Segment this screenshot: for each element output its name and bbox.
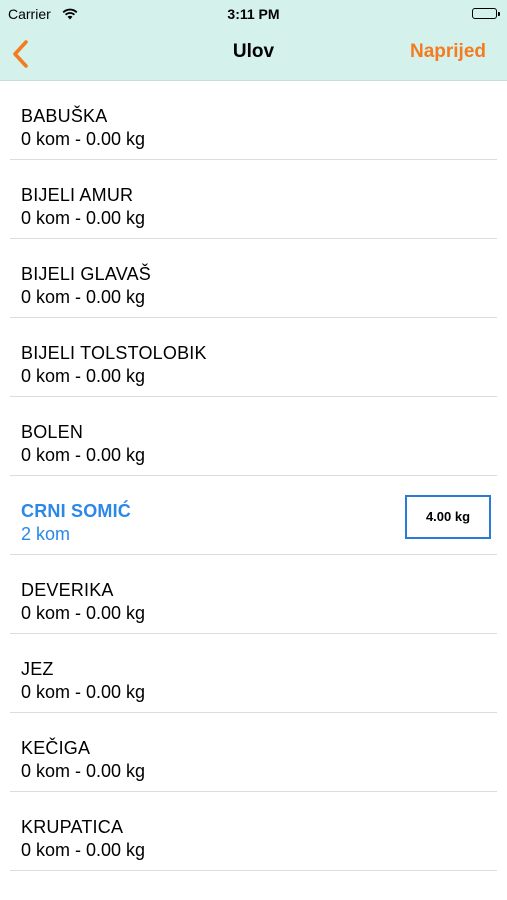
list-item[interactable]: DEVERIKA 0 kom - 0.00 kg [0, 555, 507, 634]
fish-name: CRNI SOMIĆ [21, 501, 131, 521]
list-item-selected[interactable]: CRNI SOMIĆ 2 kom 4.00 kg [0, 476, 507, 555]
fish-detail: 0 kom - 0.00 kg [21, 445, 146, 465]
list-item[interactable]: BIJELI TOLSTOLOBIK 0 kom - 0.00 kg [0, 318, 507, 397]
fish-name: BIJELI TOLSTOLOBIK [21, 343, 207, 363]
weight-input[interactable]: 4.00 kg [405, 495, 491, 539]
fish-name: KEČIGA [21, 738, 91, 758]
fish-detail: 0 kom - 0.00 kg [21, 840, 146, 860]
list-item[interactable]: JEZ 0 kom - 0.00 kg [0, 634, 507, 713]
fish-name: BOLEN [21, 422, 84, 442]
fish-name: BIJELI AMUR [21, 185, 134, 205]
list-item[interactable]: BIJELI AMUR 0 kom - 0.00 kg [0, 160, 507, 239]
battery-icon [472, 8, 500, 19]
list-item[interactable]: BOLEN 0 kom - 0.00 kg [0, 397, 507, 476]
fish-detail: 0 kom - 0.00 kg [21, 366, 146, 386]
fish-name: BIJELI GLAVAŠ [21, 264, 151, 284]
fish-detail: 2 kom [21, 524, 71, 544]
fish-name: JEZ [21, 659, 54, 679]
fish-detail: 0 kom - 0.00 kg [21, 682, 146, 702]
fish-detail: 0 kom - 0.00 kg [21, 603, 146, 623]
fish-list: BABUŠKA 0 kom - 0.00 kg BIJELI AMUR 0 ko… [0, 81, 507, 871]
nav-bar: Ulov Naprijed [0, 28, 507, 80]
list-item[interactable]: BIJELI GLAVAŠ 0 kom - 0.00 kg [0, 239, 507, 318]
navigation-header: Carrier 3:11 PM Ulov Naprijed [0, 0, 507, 81]
status-time: 3:11 PM [227, 6, 280, 22]
list-item[interactable]: BABUŠKA 0 kom - 0.00 kg [0, 81, 507, 160]
list-item[interactable]: KRUPATICA 0 kom - 0.00 kg [0, 792, 507, 871]
fish-detail: 0 kom - 0.00 kg [21, 287, 146, 307]
fish-name: KRUPATICA [21, 817, 124, 837]
fish-name: BABUŠKA [21, 106, 108, 126]
fish-detail: 0 kom - 0.00 kg [21, 761, 146, 781]
fish-name: DEVERIKA [21, 580, 114, 600]
next-button[interactable]: Naprijed [410, 41, 486, 63]
fish-detail: 0 kom - 0.00 kg [21, 129, 146, 149]
list-item[interactable]: KEČIGA 0 kom - 0.00 kg [0, 713, 507, 792]
fish-detail: 0 kom - 0.00 kg [21, 208, 146, 228]
status-bar: Carrier 3:11 PM [0, 0, 507, 28]
